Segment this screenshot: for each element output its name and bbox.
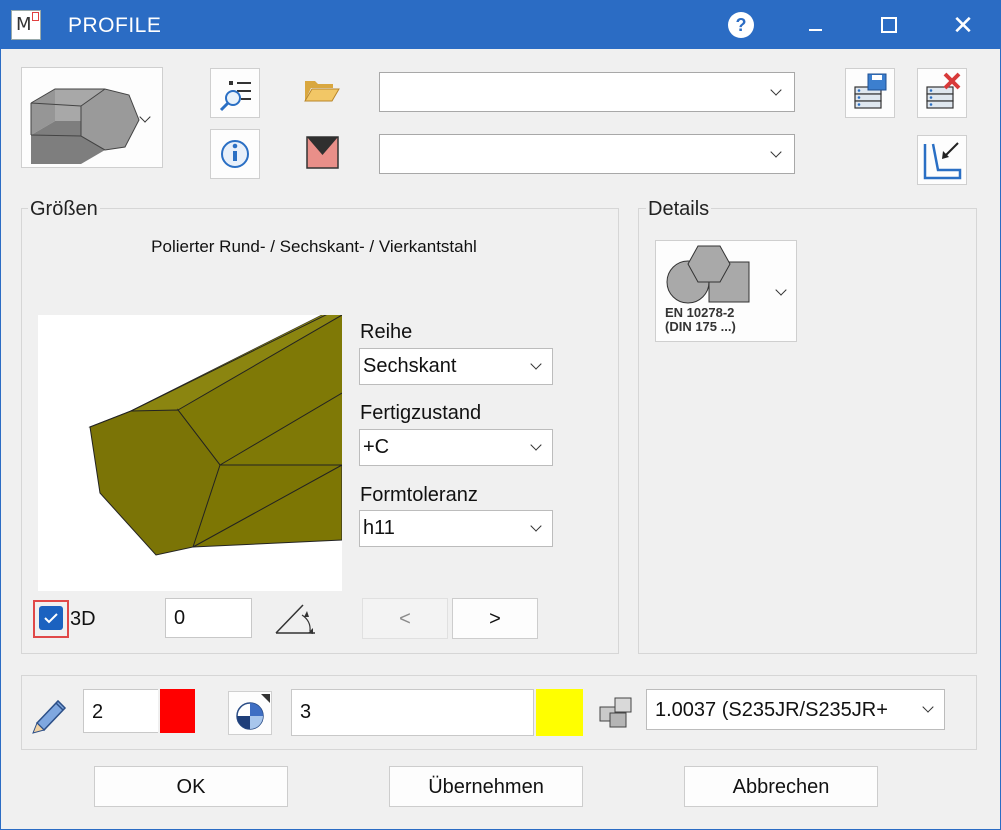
delete-from-database-button[interactable] bbox=[917, 68, 967, 118]
ok-button[interactable]: OK bbox=[94, 766, 288, 807]
chevron-down-icon bbox=[775, 284, 787, 296]
angle-icon bbox=[275, 604, 315, 634]
reihe-value: Sechskant bbox=[363, 355, 457, 377]
app-icon-badge bbox=[32, 12, 39, 21]
database-save-icon bbox=[854, 73, 887, 109]
material-value: 1.0037 (S235JR/S235JR+ bbox=[655, 699, 888, 721]
standard-selector[interactable]: EN 10278-2 (DIN 175 ...) bbox=[655, 240, 797, 342]
folder-open-icon[interactable] bbox=[303, 77, 341, 105]
formtoleranz-label: Formtoleranz bbox=[360, 484, 478, 506]
search-list-button[interactable] bbox=[210, 68, 260, 118]
chevron-down-icon bbox=[770, 146, 782, 158]
pen-input[interactable]: 2 bbox=[83, 689, 158, 733]
next-button[interactable]: > bbox=[452, 598, 538, 639]
standard-label-line2: (DIN 175 ...) bbox=[665, 319, 736, 334]
info-icon bbox=[221, 140, 249, 168]
hex-steel-3d-render bbox=[88, 315, 342, 556]
favorites-combo[interactable] bbox=[379, 134, 795, 174]
info-button[interactable] bbox=[210, 129, 260, 179]
database-delete-icon bbox=[926, 72, 961, 109]
fertigzustand-label: Fertigzustand bbox=[360, 402, 482, 424]
save-to-database-button[interactable] bbox=[845, 68, 895, 118]
fertigzustand-value: +C bbox=[363, 436, 390, 458]
fertigzustand-select[interactable]: +C bbox=[359, 429, 553, 466]
formtoleranz-select[interactable]: h11 bbox=[359, 510, 553, 547]
insert-arrow-icon bbox=[923, 142, 962, 180]
layer-input[interactable]: 3 bbox=[291, 689, 534, 736]
standard-label-line1: EN 10278-2 bbox=[665, 305, 735, 320]
minimize-button[interactable] bbox=[809, 29, 822, 31]
formtoleranz-value: h11 bbox=[363, 517, 395, 539]
standard-shapes-icon bbox=[666, 245, 750, 304]
reihe-select[interactable]: Sechskant bbox=[359, 348, 553, 385]
help-button[interactable]: ? bbox=[728, 12, 754, 38]
search-list-icon bbox=[219, 81, 251, 112]
previous-button[interactable]: < bbox=[362, 598, 448, 639]
sizes-group-label: Größen bbox=[28, 198, 100, 221]
layer-pie-icon bbox=[236, 694, 270, 730]
reihe-label: Reihe bbox=[360, 321, 413, 343]
profile-dialog: M PROFILE ? ✕ Größen Polierter Rund- / S… bbox=[0, 0, 1001, 830]
chevron-down-icon bbox=[530, 520, 542, 532]
cancel-button[interactable]: Abbrechen bbox=[684, 766, 878, 807]
3d-checkbox[interactable] bbox=[39, 606, 63, 630]
profile-type-selector[interactable] bbox=[21, 67, 163, 168]
layer-button[interactable] bbox=[228, 691, 272, 735]
apply-button[interactable]: Übernehmen bbox=[389, 766, 583, 807]
chevron-down-icon bbox=[530, 439, 542, 451]
window-title: PROFILE bbox=[68, 14, 162, 37]
3d-checkbox-label[interactable]: 3D bbox=[70, 608, 96, 631]
profile-description: Polierter Rund- / Sechskant- / Vierkants… bbox=[151, 237, 477, 256]
catalog-combo[interactable] bbox=[379, 72, 795, 112]
rotation-angle-input[interactable]: 0 bbox=[165, 598, 252, 638]
checkmark-icon bbox=[44, 613, 58, 624]
pen-color-swatch[interactable] bbox=[160, 689, 195, 733]
chevron-down-icon bbox=[770, 84, 782, 96]
maximize-button[interactable] bbox=[881, 17, 897, 33]
profile-3d-preview bbox=[38, 315, 342, 591]
insert-profile-button[interactable] bbox=[917, 135, 967, 185]
chevron-down-icon bbox=[530, 358, 542, 370]
title-bar: M PROFILE ? ✕ bbox=[1, 1, 1000, 49]
chevron-down-icon bbox=[922, 701, 934, 713]
details-group-label: Details bbox=[646, 198, 712, 221]
material-select[interactable]: 1.0037 (S235JR/S235JR+ bbox=[646, 689, 945, 730]
app-icon-letter: M bbox=[16, 14, 32, 35]
app-icon: M bbox=[11, 10, 41, 40]
mail-icon[interactable] bbox=[306, 136, 339, 169]
material-icon bbox=[599, 697, 632, 728]
pen-icon bbox=[32, 699, 67, 734]
standard-label: EN 10278-2 (DIN 175 ...) bbox=[665, 306, 736, 334]
close-button[interactable]: ✕ bbox=[951, 10, 975, 40]
layer-color-swatch[interactable] bbox=[536, 689, 583, 736]
